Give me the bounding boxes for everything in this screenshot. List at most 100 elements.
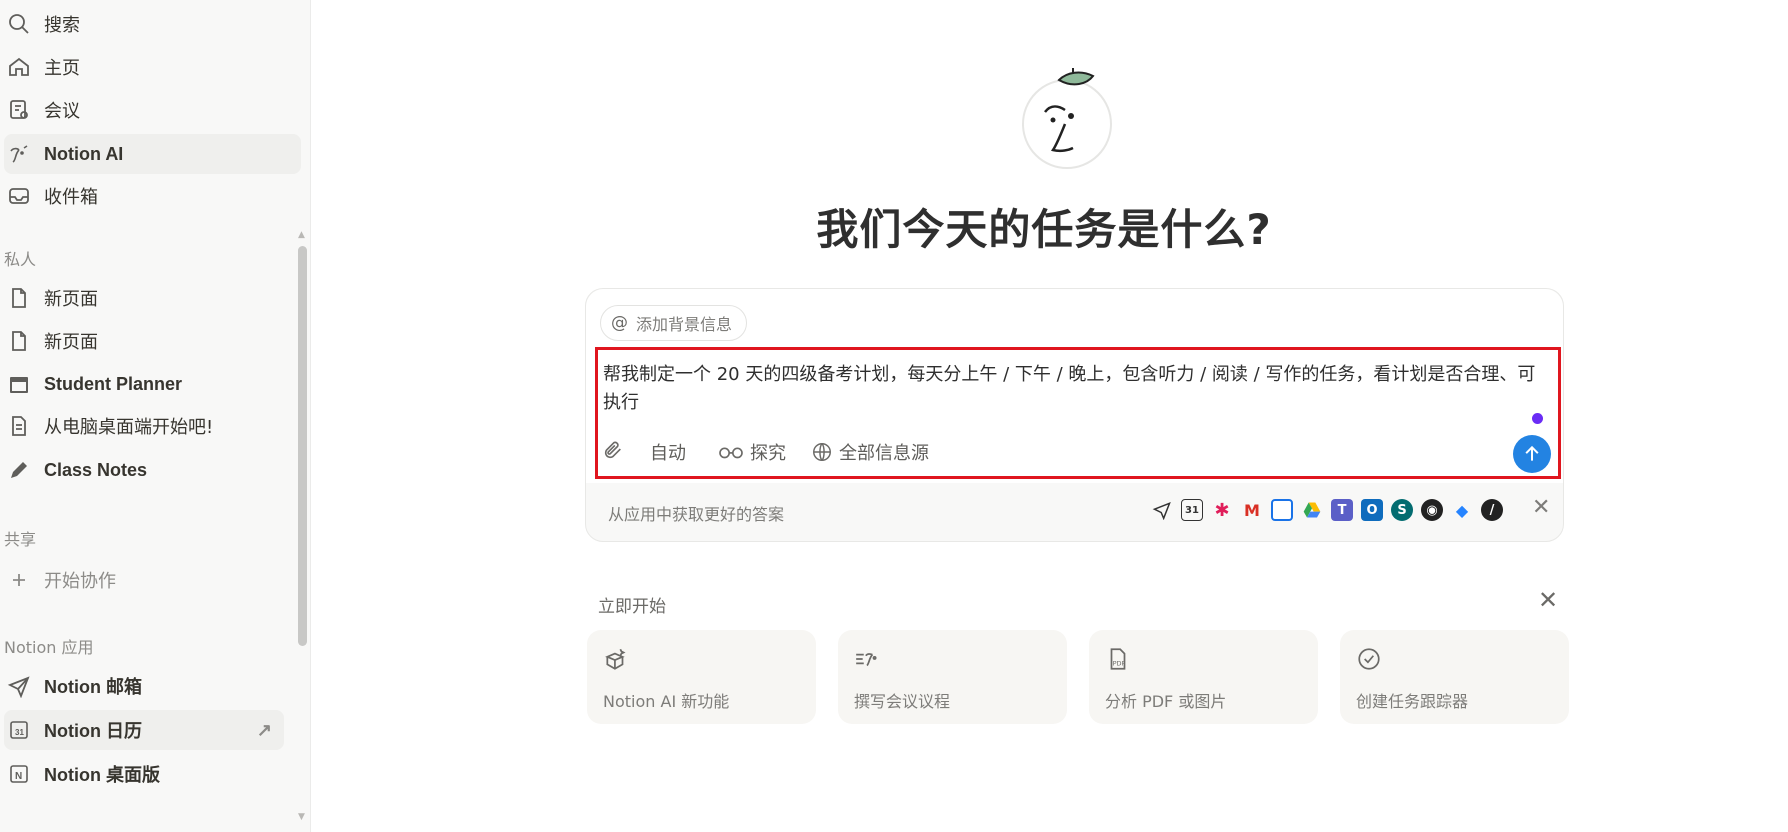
composer-input-area: @ 添加背景信息 帮我制定一个 20 天的四级备考计划，每天分上午 / 下午 /… [586,289,1563,483]
sidebar-item-label: Notion 邮箱 [44,677,142,697]
linear-icon[interactable]: / [1481,499,1503,521]
page-icon [4,326,34,356]
research-button[interactable]: 探究 [718,439,786,465]
mode-label: 自动 [650,443,686,464]
agenda-icon [854,646,880,672]
page-title: 我们今天的任务是什么? [816,205,1272,254]
research-label: 探究 [750,443,786,464]
ai-composer: @ 添加背景信息 帮我制定一个 20 天的四级备考计划，每天分上午 / 下午 /… [585,288,1564,542]
sidebar-app-desktop[interactable]: N Notion 桌面版 [4,754,160,794]
search-icon [4,9,34,39]
section-shared: 共享 [4,530,37,549]
section-apps: Notion 应用 [4,638,94,657]
sidebar-item-label: 主页 [44,58,80,79]
home-icon [4,52,34,82]
gmail-icon[interactable]: M [1241,499,1263,521]
plus-icon [4,565,34,595]
sidebar-item-label: Class Notes [44,459,148,480]
status-dot [1532,413,1543,424]
card-notion-ai-new[interactable]: Notion AI 新功能 [587,630,816,724]
scroll-down-arrow[interactable]: ▼ [298,812,305,822]
sidebar-app-calendar[interactable]: 31 Notion 日历 ↗ [4,710,284,750]
card-label: 创建任务跟踪器 [1356,692,1469,711]
sidebar-item-label: 新页面 [44,332,98,353]
svg-text:N: N [15,771,22,782]
google-drive-icon[interactable] [1301,499,1323,521]
sidebar-page-desktop-start[interactable]: 从电脑桌面端开始吧! [4,406,213,446]
add-context-button[interactable]: @ 添加背景信息 [600,305,748,341]
sidebar-item-label: 从电脑桌面端开始吧! [44,417,214,438]
sparkle-box-icon [603,646,629,672]
sharepoint-icon[interactable]: S [1391,499,1413,521]
sidebar-page-student-planner[interactable]: Student Planner [4,364,182,404]
google-calendar-icon[interactable] [1271,499,1293,521]
sidebar-item-home[interactable]: 主页 [4,47,80,87]
send-button[interactable] [1513,435,1551,473]
sidebar-item-label: Student Planner [44,373,183,394]
paperclip-icon [604,441,621,459]
mail-send-icon[interactable] [1151,499,1173,521]
pdf-icon: PDF [1105,646,1131,672]
slack-icon[interactable]: ✱ [1211,499,1233,521]
sidebar-item-search[interactable]: 搜索 [4,4,80,44]
connected-apps: 31 ✱ M T O S ◉ ◆ / [1151,499,1503,521]
outlook-icon[interactable]: O [1361,499,1383,521]
scroll-up-arrow[interactable]: ▲ [298,230,305,240]
notion-ai-face-logo [1019,66,1129,176]
sidebar-item-meetings[interactable]: 会议 [4,90,80,130]
sidebar-app-mail[interactable]: Notion 邮箱 [4,666,142,706]
sidebar-item-label: Notion 桌面版 [44,765,160,785]
prompt-input[interactable]: 帮我制定一个 20 天的四级备考计划，每天分上午 / 下午 / 晚上，包含听力 … [603,361,1543,417]
sidebar-item-label: 收件箱 [44,187,98,208]
sidebar-item-inbox[interactable]: 收件箱 [4,176,98,216]
github-icon[interactable]: ◉ [1421,499,1443,521]
section-private: 私人 [4,250,37,269]
close-icon[interactable]: ✕ [1538,586,1558,614]
meeting-icon [4,95,34,125]
apps-hint: 从应用中获取更好的答案 [608,505,785,524]
close-icon[interactable]: ✕ [1532,495,1550,520]
card-task-tracker[interactable]: 创建任务跟踪器 [1340,630,1569,724]
sidebar-item-label: 开始协作 [44,571,116,592]
teams-icon[interactable]: T [1331,499,1353,521]
start-collaborate-button[interactable]: 开始协作 [4,560,116,600]
sidebar-page-new-2[interactable]: 新页面 [4,321,98,361]
quick-start-label: 立即开始 [598,597,666,617]
jira-icon[interactable]: ◆ [1451,499,1473,521]
glasses-icon [719,447,743,459]
globe-icon [813,443,831,461]
document-icon [4,411,34,441]
card-meeting-agenda[interactable]: 撰写会议议程 [838,630,1067,724]
sidebar-item-notion-ai[interactable]: Notion AI [4,134,301,174]
add-context-label: 添加背景信息 [636,315,733,334]
pencil-icon [4,455,34,485]
sources-button[interactable]: 全部信息源 [811,439,929,465]
send-icon [4,671,34,701]
sidebar-page-new-1[interactable]: 新页面 [4,278,98,318]
sidebar-item-label: 新页面 [44,289,98,310]
page-icon [4,283,34,313]
calendar-app-icon[interactable]: 31 [1181,499,1203,521]
at-icon: @ [611,313,628,333]
card-label: 分析 PDF 或图片 [1105,692,1227,711]
card-label: 撰写会议议程 [854,692,951,711]
sidebar-item-label: 会议 [44,101,80,122]
card-analyze-pdf[interactable]: PDF 分析 PDF 或图片 [1089,630,1318,724]
notion-icon: N [4,759,34,789]
sidebar-item-label: Notion 日历 [44,721,142,741]
attach-button[interactable] [602,439,630,461]
sidebar-scrollbar[interactable] [298,246,307,646]
check-circle-icon [1356,646,1382,672]
sidebar-item-label: 搜索 [44,15,80,36]
calendar-page-icon [4,369,34,399]
notion-ai-icon [4,139,34,169]
svg-text:31: 31 [15,728,24,737]
sources-label: 全部信息源 [839,443,929,464]
arrow-up-icon [1525,445,1539,461]
sidebar: 搜索 主页 会议 Notion AI 收件箱 私人 新页面 新页面 Studen… [0,0,311,832]
open-external-icon[interactable]: ↗ [257,720,272,741]
mode-select[interactable]: 自动 [650,439,686,465]
sidebar-page-class-notes[interactable]: Class Notes [4,450,147,490]
calendar-icon: 31 [4,715,34,745]
inbox-icon [4,181,34,211]
